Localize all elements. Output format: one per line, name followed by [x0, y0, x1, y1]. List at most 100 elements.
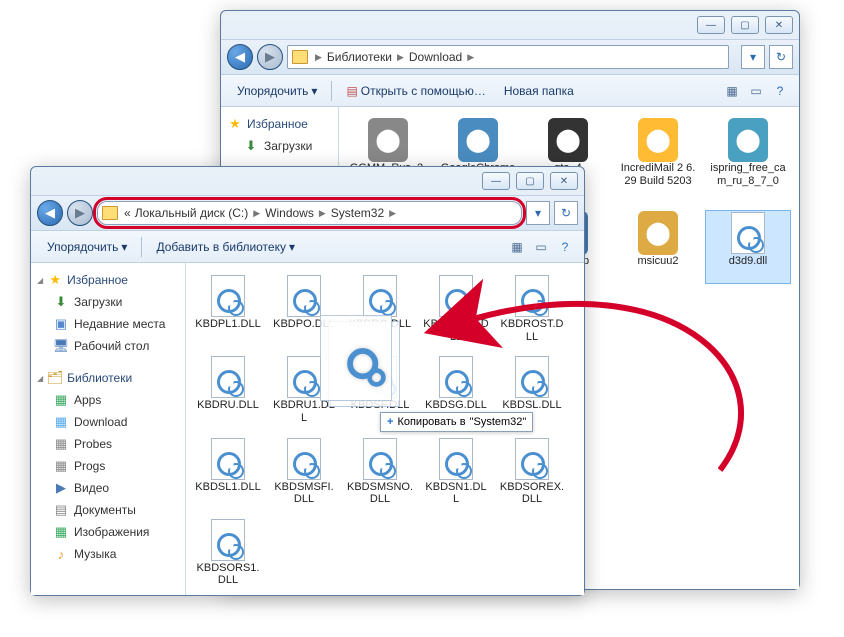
sidebar-item-probes[interactable]: ▦Probes	[33, 433, 183, 455]
sidebar-item-downloads[interactable]: ⬇Загрузки	[33, 291, 183, 313]
sidebar-favorites[interactable]: ★Избранное	[223, 113, 336, 135]
file-item[interactable]: KBDSL.DLL	[496, 354, 568, 427]
app-icon: ⬤	[458, 120, 498, 160]
back-button[interactable]: ◀	[227, 44, 253, 70]
file-item[interactable]: ⬤msicuu2	[615, 210, 701, 283]
view-button[interactable]: ▦	[721, 80, 743, 102]
maximize-button[interactable]: ▢	[731, 16, 759, 34]
add-library-menu[interactable]: Добавить в библиотеку▾	[148, 236, 303, 258]
view-button[interactable]: ▦	[506, 236, 528, 258]
sidebar-item-progs[interactable]: ▦Progs	[33, 455, 183, 477]
address-bar[interactable]: ▶ Библиотеки ▶ Download ▶	[287, 45, 729, 69]
chevron-icon: ▶	[250, 208, 263, 219]
file-item[interactable]: d3d9.dll	[705, 210, 791, 283]
app-icon: ⬤	[368, 120, 408, 160]
forward-button[interactable]: ▶	[257, 44, 283, 70]
star-icon: ★	[227, 116, 243, 132]
breadcrumb[interactable]: System32	[329, 206, 386, 220]
address-bar[interactable]: « Локальный диск (C:) ▶ Windows ▶ System…	[97, 201, 522, 225]
sidebar-libraries[interactable]: ◢🗂Библиотеки	[33, 367, 183, 389]
sidebar-item-desktop[interactable]: 🖥Рабочий стол	[33, 335, 183, 357]
file-item[interactable]: KBDROPR.DLL	[420, 273, 492, 346]
file-item[interactable]: KBDSN1.DLL	[420, 436, 492, 509]
sidebar-item-music[interactable]: ♪Музыка	[33, 543, 183, 565]
download-icon: ⬇	[53, 294, 69, 310]
close-button[interactable]: ✕	[765, 16, 793, 34]
breadcrumb-prefix: «	[122, 206, 133, 220]
dll-icon	[284, 276, 324, 316]
minimize-button[interactable]: —	[697, 16, 725, 34]
apps-icon: ▦	[53, 392, 69, 408]
dll-icon	[512, 357, 552, 397]
file-item[interactable]: KBDSMSFI.DLL	[268, 436, 340, 509]
chevron-down-icon: ▾	[121, 240, 127, 254]
refresh-button[interactable]: ↻	[554, 201, 578, 225]
file-label: KBDSG.DLL	[425, 399, 487, 412]
file-item[interactable]: KBDSMSNO.DLL	[344, 436, 416, 509]
sidebar-item-images[interactable]: ▦Изображения	[33, 521, 183, 543]
help-button[interactable]: ?	[769, 80, 791, 102]
file-grid[interactable]: KBDPL1.DLLKBDPO.DLLKBDRO.DLLKBDROPR.DLLK…	[186, 263, 584, 595]
app-icon: ⬤	[638, 213, 678, 253]
file-item[interactable]: KBDSG.DLL	[420, 354, 492, 427]
file-label: KBDSF.DLL	[351, 399, 410, 412]
sidebar-item-download[interactable]: ▦Download	[33, 411, 183, 433]
download-icon: ⬇	[243, 138, 259, 154]
refresh-button[interactable]: ▾	[741, 45, 765, 69]
file-label: KBDRU.DLL	[197, 399, 259, 412]
preview-button[interactable]: ▭	[745, 80, 767, 102]
file-item[interactable]: ⬤ispring_free_cam_ru_8_7_0	[705, 117, 791, 202]
organize-menu[interactable]: Упорядочить▾	[229, 80, 325, 102]
file-item[interactable]: KBDPL1.DLL	[192, 273, 264, 346]
label: Новая папка	[504, 84, 574, 98]
help-button[interactable]: ?	[554, 236, 576, 258]
file-item[interactable]: KBDSL1.DLL	[192, 436, 264, 509]
preview-button[interactable]: ▭	[530, 236, 552, 258]
folder-icon	[102, 206, 118, 220]
maximize-button[interactable]: ▢	[516, 172, 544, 190]
sidebar-item-documents[interactable]: ▤Документы	[33, 499, 183, 521]
music-icon: ♪	[53, 546, 69, 562]
dropdown-button[interactable]: ▾	[526, 201, 550, 225]
label: Открыть с помощью…	[361, 84, 486, 98]
minimize-button[interactable]: —	[482, 172, 510, 190]
breadcrumb[interactable]: Windows	[263, 206, 316, 220]
file-item[interactable]: KBDRO.DLL	[344, 273, 416, 346]
titlebar: — ▢ ✕	[221, 11, 799, 39]
file-item[interactable]: KBDSF.DLL	[344, 354, 416, 427]
doc-icon: ▤	[346, 84, 357, 98]
file-item[interactable]: KBDSORS1.DLL	[192, 517, 264, 590]
file-item[interactable]: KBDPO.DLL	[268, 273, 340, 346]
new-folder-button[interactable]: Новая папка	[496, 80, 582, 102]
sidebar-item[interactable]: ⬇Загрузки	[223, 135, 336, 157]
sidebar-item-recent[interactable]: ▣Недавние места	[33, 313, 183, 335]
triangle-icon: ◢	[37, 276, 43, 285]
star-icon: ★	[47, 272, 63, 288]
sidebar-favorites[interactable]: ◢★Избранное	[33, 269, 183, 291]
open-with-menu[interactable]: ▤ Открыть с помощью…	[338, 80, 493, 102]
forward-button[interactable]: ▶	[67, 200, 93, 226]
file-label: KBDROST.DLL	[499, 318, 565, 343]
app-icon: ⬤	[728, 120, 768, 160]
explorer-window-system32: — ▢ ✕ ◀ ▶ « Локальный диск (C:) ▶ Window…	[30, 166, 585, 596]
folder-icon: ▦	[53, 436, 69, 452]
file-item[interactable]: KBDSOREX.DLL	[496, 436, 568, 509]
breadcrumb[interactable]: Download	[407, 50, 464, 64]
file-item[interactable]: ⬤IncrediMail 2 6.29 Build 5203	[615, 117, 701, 202]
refresh-button[interactable]: ↻	[769, 45, 793, 69]
chevron-icon: ▶	[316, 208, 329, 219]
close-button[interactable]: ✕	[550, 172, 578, 190]
file-item[interactable]: KBDROST.DLL	[496, 273, 568, 346]
dll-icon	[436, 439, 476, 479]
sidebar-item-apps[interactable]: ▦Apps	[33, 389, 183, 411]
breadcrumb[interactable]: Библиотеки	[325, 50, 394, 64]
organize-menu[interactable]: Упорядочить▾	[39, 236, 135, 258]
toolbar: Упорядочить▾ Добавить в библиотеку▾ ▦ ▭ …	[31, 231, 584, 263]
label: Упорядочить	[237, 84, 308, 98]
back-button[interactable]: ◀	[37, 200, 63, 226]
sidebar-item-video[interactable]: ▶Видео	[33, 477, 183, 499]
file-label: KBDRU1.DLL	[271, 399, 337, 424]
file-item[interactable]: KBDRU.DLL	[192, 354, 264, 427]
file-item[interactable]: KBDRU1.DLL	[268, 354, 340, 427]
breadcrumb[interactable]: Локальный диск (C:)	[133, 206, 251, 220]
